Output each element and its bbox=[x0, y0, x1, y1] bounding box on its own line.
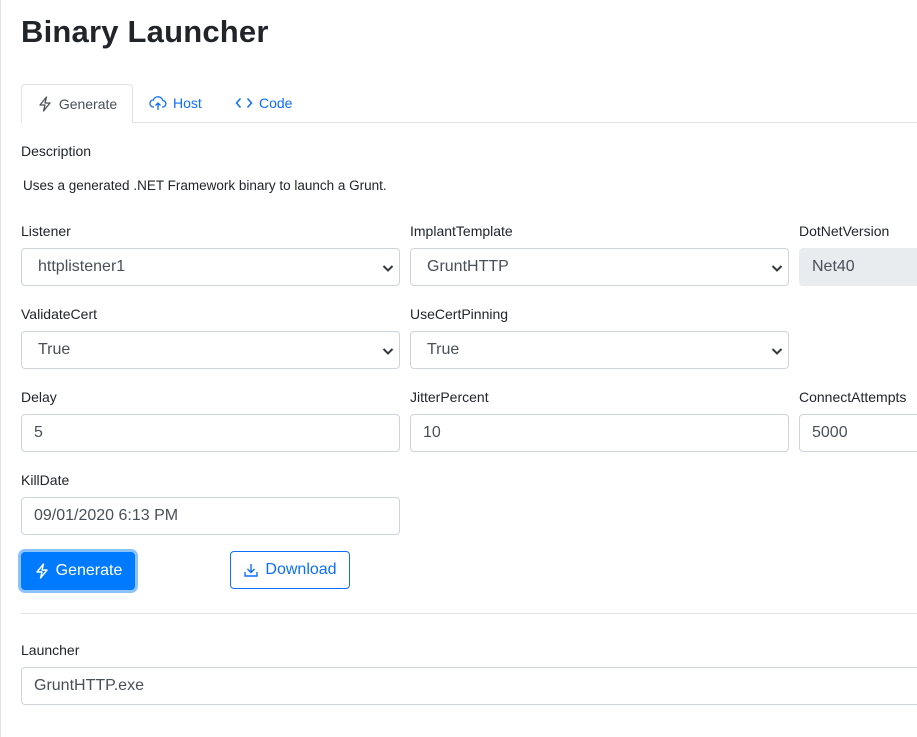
tab-generate-label: Generate bbox=[58, 95, 118, 112]
implant-template-select[interactable]: GruntHTTP bbox=[410, 248, 789, 286]
generate-button[interactable]: Generate bbox=[21, 552, 135, 590]
dotnet-version-value: Net40 bbox=[812, 258, 855, 275]
cloud-upload-icon bbox=[149, 95, 167, 111]
use-cert-pinning-value: True bbox=[427, 341, 460, 358]
use-cert-pinning-select[interactable]: True bbox=[410, 331, 789, 369]
implant-template-label: ImplantTemplate bbox=[410, 223, 513, 239]
tab-code-label: Code bbox=[259, 95, 293, 111]
use-cert-pinning-label: UseCertPinning bbox=[410, 306, 509, 322]
generate-button-label: Generate bbox=[55, 562, 123, 579]
tab-code[interactable]: Code bbox=[235, 84, 292, 122]
delay-input[interactable]: 5 bbox=[21, 414, 400, 452]
launcher-value: GruntHTTP.exe bbox=[34, 677, 144, 694]
delay-value: 5 bbox=[34, 424, 43, 441]
lightning-icon bbox=[37, 95, 53, 112]
dotnet-version-label: DotNetVersion bbox=[799, 223, 890, 239]
code-icon bbox=[235, 96, 253, 110]
kill-date-label: KillDate bbox=[21, 472, 70, 488]
download-button-label: Download bbox=[265, 561, 337, 578]
download-button[interactable]: Download bbox=[230, 551, 350, 589]
delay-label: Delay bbox=[21, 389, 57, 405]
chevron-down-icon bbox=[771, 265, 783, 272]
description-label: Description bbox=[21, 143, 92, 159]
launcher-output-field[interactable]: GruntHTTP.exe bbox=[21, 667, 917, 705]
dotnet-version-field: Net40 bbox=[799, 248, 917, 286]
jitter-percent-label: JitterPercent bbox=[410, 389, 489, 405]
download-icon bbox=[244, 564, 259, 577]
tab-generate[interactable]: Generate bbox=[21, 84, 133, 123]
chevron-down-icon bbox=[382, 265, 394, 272]
connect-attempts-input[interactable]: 5000 bbox=[799, 414, 917, 452]
chevron-down-icon bbox=[382, 348, 394, 355]
jitter-percent-value: 10 bbox=[423, 424, 441, 441]
validate-cert-value: True bbox=[38, 341, 71, 358]
connect-attempts-label: ConnectAttempts bbox=[799, 389, 907, 405]
listener-value: httplistener1 bbox=[38, 258, 126, 275]
divider bbox=[21, 613, 917, 614]
validate-cert-label: ValidateCert bbox=[21, 306, 98, 322]
page-left-border bbox=[0, 0, 1, 737]
tab-host-label: Host bbox=[173, 95, 202, 111]
launcher-label: Launcher bbox=[21, 642, 80, 658]
page-title: Binary Launcher bbox=[21, 14, 269, 49]
kill-date-input[interactable]: 09/01/2020 6:13 PM bbox=[21, 497, 400, 535]
jitter-percent-input[interactable]: 10 bbox=[410, 414, 789, 452]
listener-select[interactable]: httplistener1 bbox=[21, 248, 400, 286]
lightning-icon bbox=[35, 563, 48, 579]
tab-host[interactable]: Host bbox=[149, 84, 202, 122]
kill-date-value: 09/01/2020 6:13 PM bbox=[34, 507, 179, 524]
chevron-down-icon bbox=[771, 348, 783, 355]
listener-label: Listener bbox=[21, 223, 71, 239]
tab-bar: Generate Host Code bbox=[21, 84, 917, 123]
validate-cert-select[interactable]: True bbox=[21, 331, 400, 369]
implant-template-value: GruntHTTP bbox=[427, 258, 509, 275]
description-text: Uses a generated .NET Framework binary t… bbox=[23, 178, 387, 193]
connect-attempts-value: 5000 bbox=[812, 424, 848, 441]
